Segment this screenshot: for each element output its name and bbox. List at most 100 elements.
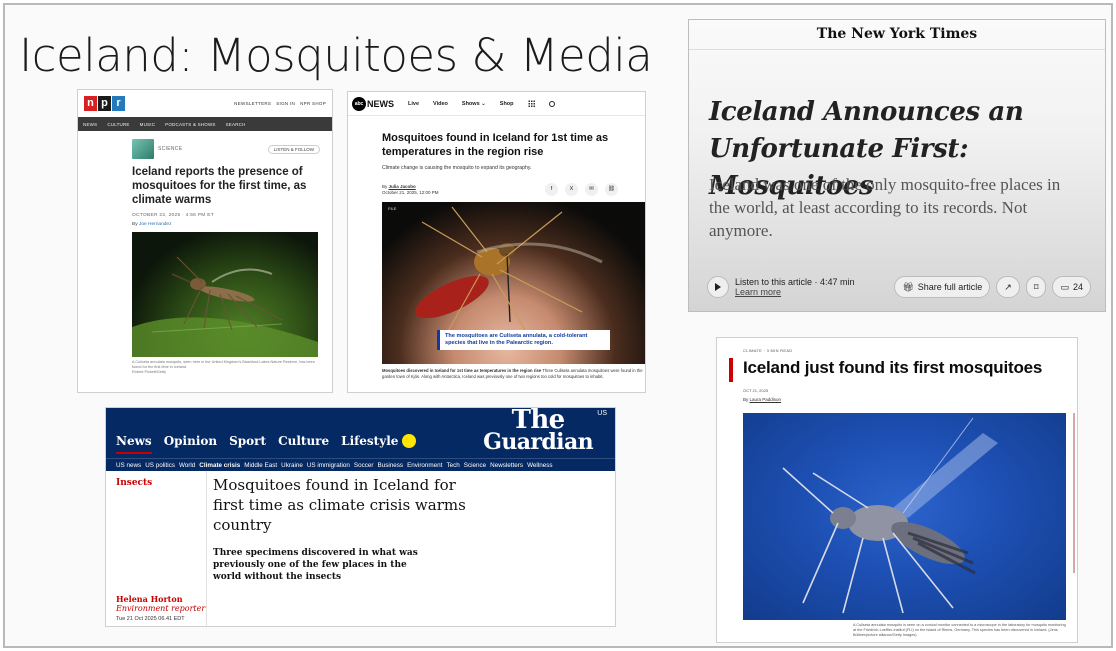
bookmark-icon[interactable]: ⌑ — [1025, 276, 1047, 298]
npr-newsletters-link[interactable]: NEWSLETTERS — [234, 101, 271, 106]
abc-media-wrap: FILE The mosquitoes are Culiseta annulat… — [348, 202, 645, 379]
guardian-date: Tue 21 Oct 2025 06.41 EDT — [116, 616, 185, 622]
guardian-logo-guardian: Guardian — [483, 429, 593, 455]
guardian-tab-lifestyle[interactable]: Lifestyle — [341, 433, 417, 455]
guardian-tab-news[interactable]: News — [116, 434, 152, 454]
abc-article: Mosquitoes found in Iceland for 1st time… — [348, 116, 645, 196]
npr-date: OCTOBER 22, 2025 · 4:56 PM ET — [132, 213, 214, 218]
gift-icon: 🎁︎ — [902, 281, 914, 292]
abc-nav-shop[interactable]: Shop — [500, 101, 514, 107]
mosquito-microscope-illustration — [782, 417, 998, 614]
abc-nav-live[interactable]: Live — [408, 101, 419, 107]
npr-section-label[interactable]: SCIENCE — [158, 146, 268, 152]
npr-nav-news[interactable]: NEWS — [83, 122, 97, 127]
nyt-share-full-article-button[interactable]: 🎁︎ Share full article — [894, 276, 991, 298]
guardian-subnav-wellness[interactable]: Wellness — [527, 462, 552, 469]
cnn-author-link[interactable]: Laura Paddison — [750, 397, 782, 402]
guardian-tab-culture[interactable]: Culture — [278, 434, 329, 455]
comment-icon: ▭ — [1060, 281, 1069, 292]
nyt-comments-button[interactable]: ▭ 24 — [1052, 276, 1091, 298]
guardian-logo[interactable]: The Guardian — [483, 408, 593, 453]
menu-icon[interactable] — [402, 434, 417, 448]
abc-logo-mark: abc — [352, 96, 366, 111]
npr-logo-n: n — [84, 96, 97, 111]
guardian-subnav-middle-east[interactable]: Middle East — [244, 462, 277, 469]
cnn-date: OCT 21, 2025 — [743, 388, 769, 393]
grid-menu-icon[interactable] — [527, 100, 535, 107]
abc-nav-shows-label: Shows — [461, 100, 480, 107]
facebook-icon[interactable]: f — [545, 183, 558, 196]
guardian-subnav-newsletters[interactable]: Newsletters — [490, 462, 523, 469]
abc-image-callout: The mosquitoes are Culiseta annulata, a … — [437, 330, 610, 350]
guardian-subnav-soccer[interactable]: Soccer — [354, 462, 374, 469]
guardian-subnav-ukraine[interactable]: Ukraine — [281, 462, 303, 469]
mosquito-on-leaf-illustration — [132, 256, 318, 357]
nyt-listen-text: Listen to this article · 4:47 min — [735, 277, 855, 287]
npr-utility-links: NEWSLETTERS SIGN IN NPR SHOP — [234, 101, 326, 106]
abc-news-logo[interactable]: abc NEWS — [352, 96, 394, 111]
slide: Iceland: Mosquitoes & Media n p r NEWSLE… — [3, 3, 1113, 648]
guardian-subnav-us-politics[interactable]: US politics — [145, 462, 175, 469]
guardian-subnav-environment[interactable]: Environment — [407, 462, 442, 469]
npr-header: n p r NEWSLETTERS SIGN IN NPR SHOP — [78, 90, 332, 117]
guardian-subnav-science[interactable]: Science — [464, 462, 486, 469]
cnn-breadcrumb[interactable]: CLIMATE · 3 MIN READ — [743, 348, 793, 353]
guardian-subnav-world[interactable]: World — [179, 462, 195, 469]
guardian-edition-select[interactable]: US — [597, 410, 607, 417]
link-icon[interactable]: ⛓ — [605, 183, 618, 196]
chevron-down-icon: ⌄ — [481, 100, 486, 107]
nyt-dek: Iceland was one of the only mosquito-fre… — [709, 175, 1061, 240]
npr-nav-search[interactable]: SEARCH — [226, 122, 246, 127]
npr-listen-follow-button[interactable]: LISTEN & FOLLOW — [267, 144, 320, 154]
npr-photo-credit: Robert Pickett/Getty — [132, 370, 166, 374]
cnn-photo-caption: A Culiseta annulata mosquito is seen on … — [853, 623, 1066, 637]
nyt-learn-more-link[interactable]: Learn more — [735, 287, 888, 297]
cnn-byline: By Laura Paddison — [743, 397, 781, 402]
guardian-subnav-climate-crisis[interactable]: Climate crisis — [199, 462, 240, 469]
npr-article: SCIENCE LISTEN & FOLLOW Iceland reports … — [78, 131, 332, 375]
guardian-subnav-us-immigration[interactable]: US immigration — [307, 462, 350, 469]
email-icon[interactable]: ✉ — [585, 183, 598, 196]
abc-nav-video[interactable]: Video — [433, 101, 448, 107]
guardian-subnav-us-news[interactable]: US news — [116, 462, 141, 469]
npr-section-row: SCIENCE LISTEN & FOLLOW — [132, 139, 320, 159]
abc-meta-row: By Julia Jacobo October 21, 2025, 12:00 … — [382, 183, 618, 196]
npr-by-prefix: By — [132, 222, 138, 227]
guardian-subnav-business[interactable]: Business — [378, 462, 404, 469]
guardian-subnav: US news US politics World Climate crisis… — [106, 458, 615, 471]
npr-shop-link[interactable]: NPR SHOP — [300, 101, 326, 106]
npr-nav-culture[interactable]: CULTURE — [107, 122, 129, 127]
npr-nav: NEWS CULTURE MUSIC PODCASTS & SHOWS SEAR… — [78, 117, 332, 131]
abc-file-tag: FILE — [388, 206, 397, 211]
play-icon[interactable] — [707, 276, 729, 298]
npr-logo[interactable]: n p r — [84, 96, 125, 111]
slide-title: Iceland: Mosquitoes & Media — [19, 29, 653, 82]
guardian-author-link[interactable]: Helena Horton — [116, 594, 205, 604]
guardian-section-tag[interactable]: Insects — [116, 478, 152, 488]
npr-author-link[interactable]: Joe Hernandez — [139, 222, 172, 227]
guardian-article-screenshot: News Opinion Sport Culture Lifestyle US … — [105, 407, 616, 627]
cnn-by-prefix: By — [743, 397, 749, 402]
npr-sign-in-link[interactable]: SIGN IN — [276, 101, 295, 106]
abc-photo-caption: Mosquitoes discovered in Iceland for 1st… — [382, 368, 645, 379]
guardian-column-divider — [206, 471, 207, 626]
cnn-mosquito-photo — [743, 413, 1066, 620]
abc-by-prefix: By — [382, 183, 388, 189]
abc-nav-shows[interactable]: Shows ⌄ — [462, 101, 486, 107]
npr-nav-music[interactable]: MUSIC — [140, 122, 156, 127]
guardian-tab-sport[interactable]: Sport — [229, 434, 266, 455]
guardian-tab-lifestyle-label: Lifestyle — [341, 433, 399, 448]
nyt-masthead[interactable]: The New York Times — [689, 26, 1105, 42]
abc-mosquito-photo: FILE The mosquitoes are Culiseta annulat… — [382, 202, 645, 364]
guardian-subnav-tech[interactable]: Tech — [446, 462, 459, 469]
guardian-pillars: News Opinion Sport Culture Lifestyle — [116, 433, 417, 455]
abc-author-link[interactable]: Julia Jacobo — [389, 184, 416, 189]
x-icon[interactable]: X — [565, 183, 578, 196]
nyt-share-label: Share full article — [917, 282, 983, 292]
npr-nav-podcasts[interactable]: PODCASTS & SHOWS — [165, 122, 215, 127]
share-icon[interactable]: ↗ — [996, 276, 1020, 298]
search-icon[interactable] — [548, 100, 555, 107]
npr-headline: Iceland reports the presence of mosquito… — [132, 166, 307, 206]
guardian-tab-opinion[interactable]: Opinion — [164, 434, 217, 455]
abc-byline: By Julia Jacobo October 21, 2025, 12:00 … — [382, 184, 439, 196]
